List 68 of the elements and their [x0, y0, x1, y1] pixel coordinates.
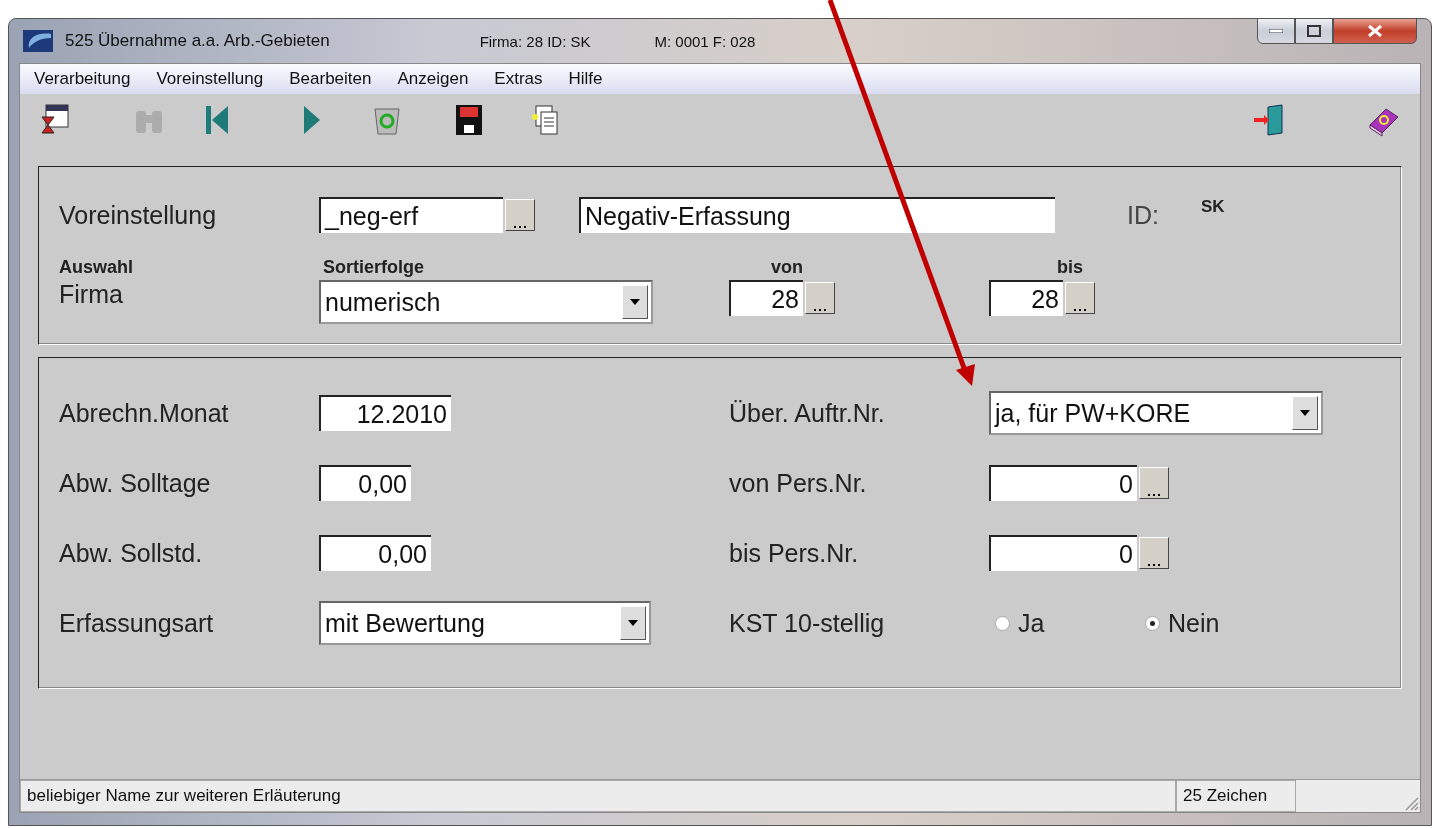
title-info: M: 0001 F: 028	[654, 32, 756, 50]
dropdown-button[interactable]	[1292, 396, 1318, 430]
menu-item[interactable]: Hilfe	[568, 69, 603, 89]
column-heading: Auswahl	[59, 257, 134, 278]
minimize-button[interactable]	[1257, 18, 1295, 44]
field-label: von Pers.Nr.	[729, 468, 868, 498]
radio-button[interactable]	[995, 615, 1010, 631]
menu-item[interactable]: Extras	[494, 69, 543, 89]
field-label: KST 10-stellig	[729, 608, 886, 638]
title-info: Firma: 28 ID: SK	[479, 32, 591, 50]
field-label: Voreinstellung	[59, 200, 218, 230]
ellipsis-icon	[1147, 492, 1161, 498]
radio-label: Ja	[1018, 608, 1045, 638]
browse-button[interactable]	[1065, 282, 1095, 314]
maximize-icon	[1307, 25, 1321, 37]
dropdown[interactable]: ja, für PW+KORE	[989, 391, 1323, 435]
input-field[interactable]: 0,00	[319, 535, 431, 571]
dropdown-button[interactable]	[620, 606, 646, 640]
radio-label: Nein	[1168, 608, 1220, 638]
browse-button[interactable]	[805, 282, 835, 314]
field-label: Abrechn.Monat	[59, 398, 230, 428]
caret-icon	[630, 299, 640, 305]
maximize-button[interactable]	[1295, 18, 1333, 44]
menu-item[interactable]: Voreinstellung	[156, 69, 264, 89]
menu-item[interactable]: Anzeigen	[397, 69, 469, 89]
id-value: SK	[1201, 197, 1225, 217]
browse-button[interactable]	[1139, 467, 1169, 499]
ellipsis-icon	[1147, 562, 1161, 568]
column-heading: Sortierfolge	[322, 257, 425, 278]
field-label: bis Pers.Nr.	[729, 538, 860, 568]
field-label: Erfassungsart	[59, 608, 215, 638]
character-count: 25 Zeichen	[1176, 780, 1296, 812]
minimize-icon	[1269, 29, 1283, 33]
hourglass-window-icon[interactable]	[38, 103, 72, 137]
field-label: Firma	[59, 280, 124, 309]
close-icon	[1367, 24, 1383, 38]
field-label: Abw. Sollstd.	[59, 538, 204, 568]
ellipsis-icon	[813, 307, 827, 313]
dropdown-button[interactable]	[622, 285, 648, 319]
input-field[interactable]: 28	[989, 280, 1063, 316]
input-field[interactable]: 12.2010	[319, 395, 451, 431]
ellipsis-icon	[1073, 307, 1087, 313]
field-label: Über. Auftr.Nr.	[729, 398, 886, 428]
radio-button[interactable]	[1145, 615, 1160, 631]
field-label: Abw. Solltage	[59, 468, 212, 498]
dropdown[interactable]: mit Bewertung	[319, 601, 651, 645]
caret-icon	[628, 620, 638, 626]
input-field[interactable]: 0,00	[319, 465, 411, 501]
menu-item[interactable]: Verarbeitung	[34, 69, 131, 89]
input-field[interactable]: 0	[989, 465, 1137, 501]
close-button[interactable]	[1333, 18, 1417, 44]
column-heading: von	[770, 257, 804, 278]
column-heading: bis	[1056, 257, 1083, 278]
exit-door-icon[interactable]	[1252, 103, 1286, 137]
input-field[interactable]: 28	[729, 280, 803, 316]
dropdown[interactable]: numerisch	[319, 280, 653, 324]
caret-icon	[1300, 410, 1310, 416]
ellipsis-icon	[513, 224, 527, 230]
browse-button[interactable]	[505, 199, 535, 231]
browse-button[interactable]	[1139, 537, 1169, 569]
input-field[interactable]: 0	[989, 535, 1137, 571]
status-message: beliebiger Name zur weiteren Erläuterung	[20, 780, 1176, 812]
app-icon	[23, 30, 53, 52]
field-label: ID:	[1127, 200, 1160, 230]
menu-item[interactable]: Bearbeiten	[289, 69, 372, 89]
input-field[interactable]: Negativ-Erfassung	[579, 197, 1055, 233]
window-title: 525 Übernahme a.a. Arb.-Gebieten	[65, 31, 330, 51]
input-field[interactable]: _neg-erf	[319, 197, 503, 233]
